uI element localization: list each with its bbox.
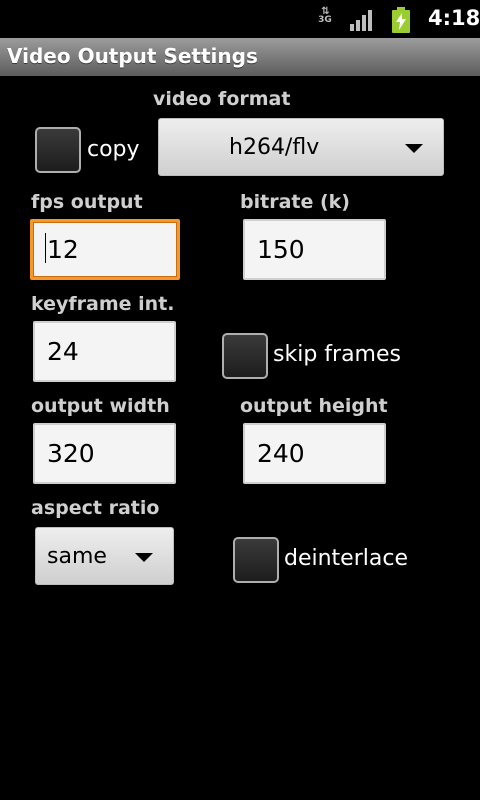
output-height-value: 240 [257, 439, 305, 468]
video-format-label: video format [153, 88, 291, 110]
dropdown-arrow-icon [405, 144, 423, 153]
bitrate-input[interactable]: 150 [243, 219, 386, 280]
bitrate-value: 150 [257, 235, 305, 264]
page-title: Video Output Settings [7, 44, 258, 68]
clock: 4:18 [428, 6, 480, 30]
aspect-ratio-dropdown[interactable]: same [35, 527, 174, 585]
bitrate-label: bitrate (k) [240, 191, 350, 213]
signal-strength-icon [350, 10, 372, 31]
dropdown-arrow-icon [135, 553, 153, 562]
video-format-value: h264/flv [229, 135, 320, 160]
skip-frames-checkbox[interactable] [222, 333, 268, 379]
output-width-input[interactable]: 320 [33, 423, 176, 484]
status-bar: ⇅ 3G 4:18 [0, 0, 480, 38]
output-height-label: output height [240, 395, 388, 417]
text-cursor [45, 233, 46, 263]
fps-output-input[interactable]: 12 [30, 219, 180, 280]
skip-frames-label: skip frames [273, 342, 401, 367]
fps-output-label: fps output [31, 191, 143, 213]
copy-checkbox[interactable] [35, 127, 81, 173]
output-width-label: output width [31, 395, 170, 417]
copy-label: copy [87, 137, 140, 162]
keyframe-input[interactable]: 24 [33, 321, 176, 382]
title-bar: Video Output Settings [0, 38, 480, 76]
keyframe-value: 24 [47, 337, 79, 366]
aspect-ratio-label: aspect ratio [31, 497, 160, 519]
video-format-dropdown[interactable]: h264/flv [158, 118, 444, 176]
deinterlace-checkbox[interactable] [233, 537, 279, 583]
output-width-value: 320 [47, 439, 95, 468]
network-type-label: 3G [318, 15, 332, 25]
deinterlace-label: deinterlace [284, 546, 408, 571]
keyframe-label: keyframe int. [31, 293, 175, 315]
output-height-input[interactable]: 240 [243, 423, 386, 484]
fps-output-value: 12 [47, 235, 79, 264]
battery-charging-icon [392, 7, 410, 33]
aspect-ratio-value: same [47, 544, 107, 569]
network-3g-icon: ⇅ 3G [316, 7, 334, 31]
